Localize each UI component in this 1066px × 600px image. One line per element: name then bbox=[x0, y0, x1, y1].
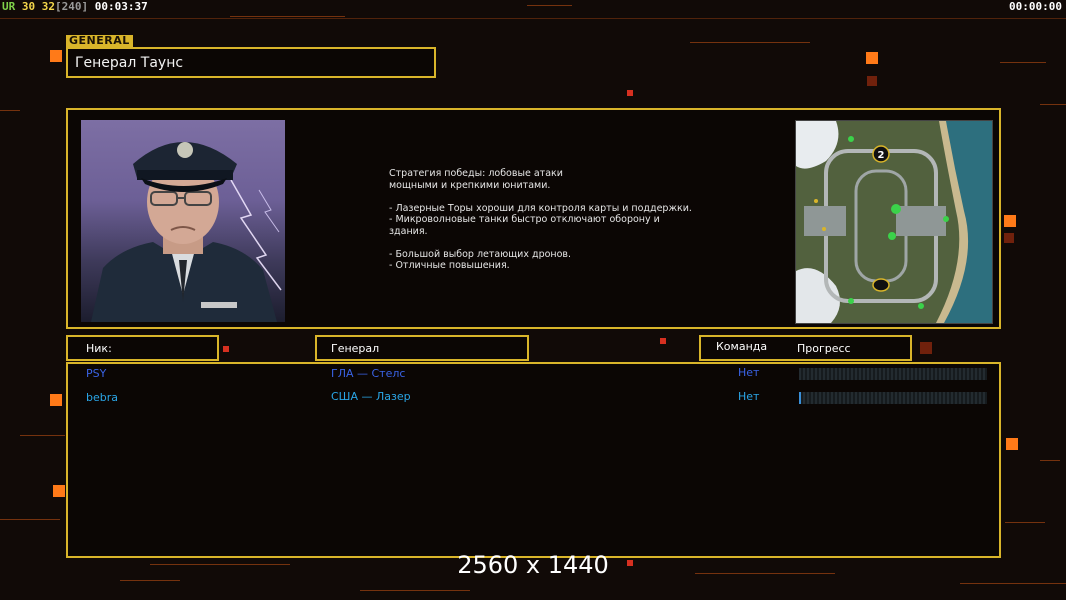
general-name-box: Генерал Таунс bbox=[66, 47, 436, 78]
resolution-label: 2560 x 1440 bbox=[457, 551, 609, 579]
player-general: США — Лазер bbox=[331, 390, 411, 403]
map-preview: 2 bbox=[795, 120, 993, 324]
players-panel: PSY ГЛА — Стелс Нет bebra США — Лазер Не… bbox=[66, 362, 1001, 558]
column-header-general: Генерал bbox=[315, 335, 529, 361]
fps-cap: [240] bbox=[55, 0, 89, 13]
game-timer: 00:00:00 bbox=[1009, 0, 1062, 13]
player-nick: PSY bbox=[86, 367, 107, 380]
fps-counter: UR 30 32[240] 00:03:37 bbox=[2, 0, 148, 13]
player-team: Нет bbox=[738, 390, 760, 403]
column-header-nick: Ник: bbox=[66, 335, 219, 361]
general-name: Генерал Таунс bbox=[75, 55, 184, 71]
column-header-team-progress: Команда Прогресс bbox=[699, 335, 912, 361]
fps-value-2: 32 bbox=[41, 0, 55, 13]
nick-header-label: Ник: bbox=[86, 342, 112, 355]
fps-value: 30 bbox=[21, 0, 36, 13]
elapsed-time: 00:03:37 bbox=[94, 0, 148, 13]
player-progress-bar bbox=[799, 368, 987, 380]
general-info-panel: Стратегия победы: лобовые атаки мощными … bbox=[66, 108, 1001, 329]
player-progress-bar bbox=[799, 392, 987, 404]
team-header-label: Команда bbox=[716, 340, 768, 353]
brand-label: UR bbox=[2, 0, 16, 13]
general-tag: GENERAL bbox=[66, 35, 133, 47]
start-position-marker: 2 bbox=[878, 150, 885, 161]
progress-header-label: Прогресс bbox=[797, 342, 851, 355]
strategy-description: Стратегия победы: лобовые атаки мощными … bbox=[389, 168, 692, 271]
player-general: ГЛА — Стелс bbox=[331, 367, 406, 380]
general-portrait bbox=[81, 120, 285, 322]
general-header-label: Генерал bbox=[331, 342, 380, 355]
player-team: Нет bbox=[738, 366, 760, 379]
player-nick: bebra bbox=[86, 391, 118, 404]
